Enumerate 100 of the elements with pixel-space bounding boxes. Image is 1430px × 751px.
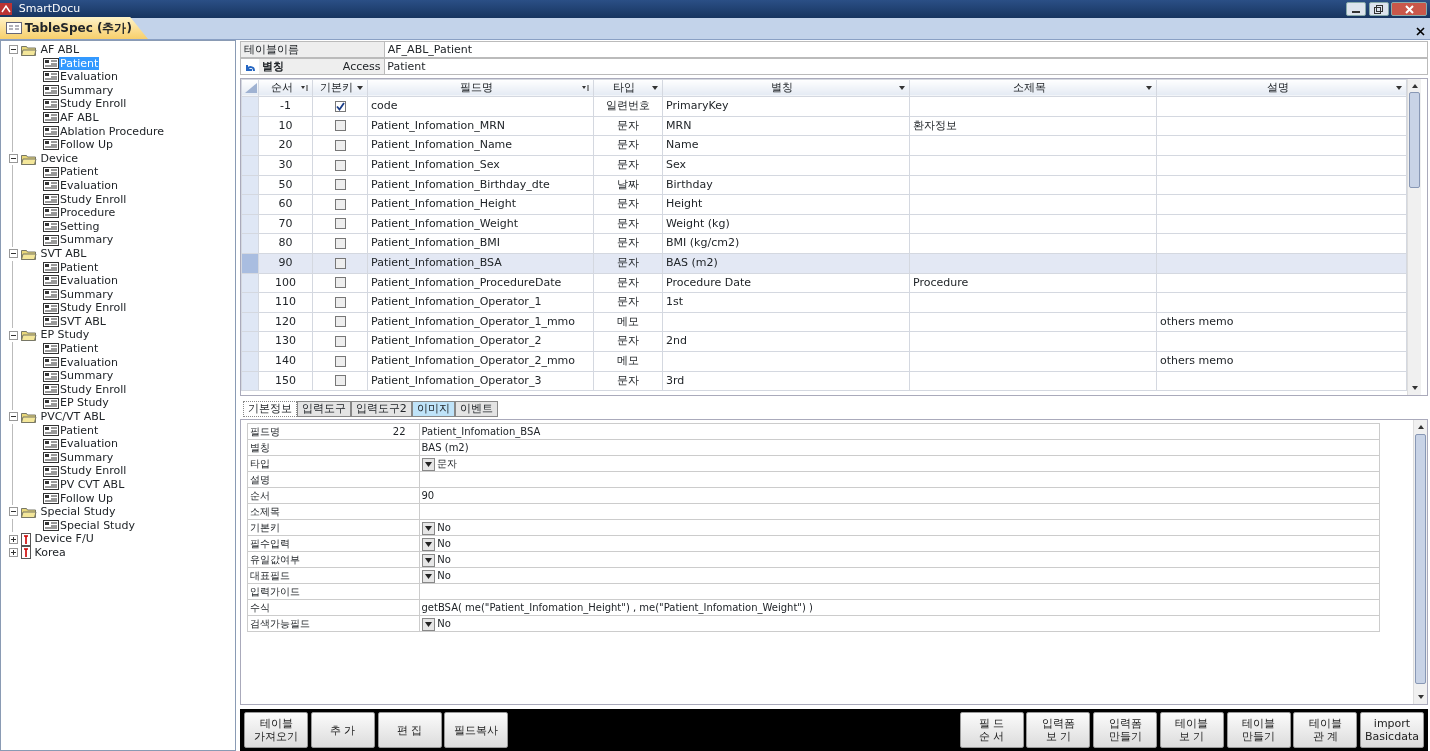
- toolbar-button[interactable]: 테이블 보 기: [1159, 712, 1224, 748]
- scroll-up-icon[interactable]: [1416, 423, 1425, 431]
- minimize-button[interactable]: [1345, 2, 1366, 16]
- dropdown-button[interactable]: [421, 569, 435, 583]
- tree-item[interactable]: Summary: [59, 233, 115, 247]
- document-tab[interactable]: TableSpec (추가): [0, 17, 148, 39]
- tree-item[interactable]: Evaluation: [59, 437, 120, 451]
- tree-item[interactable]: Special Study: [59, 518, 136, 533]
- checkbox[interactable]: [334, 140, 346, 151]
- tree-item[interactable]: PVC/VT ABL: [39, 410, 106, 424]
- toolbar-button[interactable]: 입력폼 만들기: [1093, 712, 1157, 748]
- dropdown-arrow-icon[interactable]: [356, 85, 364, 91]
- column-header[interactable]: 필드명: [367, 79, 594, 97]
- tree-item[interactable]: Patient: [59, 260, 100, 275]
- tree-item[interactable]: Patient: [59, 342, 100, 356]
- toolbar-button[interactable]: 테이블 만들기: [1226, 712, 1291, 748]
- property-value[interactable]: 90: [419, 487, 1379, 504]
- dropdown-button[interactable]: [421, 617, 435, 631]
- vertical-scrollbar[interactable]: [1413, 420, 1427, 704]
- scroll-thumb[interactable]: [1409, 92, 1420, 189]
- tree-item[interactable]: Korea: [33, 545, 67, 560]
- toolbar-button[interactable]: 테이블 관 계: [1293, 712, 1358, 748]
- sort-icon[interactable]: [582, 85, 590, 91]
- column-header[interactable]: 순서: [258, 79, 313, 97]
- tree-item[interactable]: Device: [39, 151, 80, 166]
- collapse-icon[interactable]: [9, 249, 18, 259]
- tree-item[interactable]: SVT ABL: [39, 246, 88, 261]
- tab[interactable]: 이벤트: [454, 401, 498, 418]
- tree-item[interactable]: Summary: [59, 450, 115, 465]
- tree-item[interactable]: EP Study: [59, 396, 110, 411]
- checkbox[interactable]: [334, 218, 346, 230]
- tree-item[interactable]: Evaluation: [59, 70, 120, 84]
- scroll-down-icon[interactable]: [1410, 384, 1419, 392]
- collapse-icon[interactable]: [9, 154, 18, 164]
- dropdown-arrow-icon[interactable]: [1395, 85, 1403, 91]
- tree-item[interactable]: Study Enroll: [59, 192, 128, 207]
- toolbar-button[interactable]: 필 드 순 서: [959, 712, 1024, 748]
- checkbox[interactable]: [334, 120, 346, 132]
- tree-item[interactable]: AF ABL: [59, 110, 100, 125]
- tree-item[interactable]: Follow Up: [59, 491, 115, 506]
- property-value[interactable]: No: [419, 551, 1379, 568]
- expand-icon[interactable]: [9, 548, 18, 558]
- property-value[interactable]: No: [419, 567, 1379, 584]
- checkbox[interactable]: [334, 277, 346, 289]
- tree-item[interactable]: SVT ABL: [59, 314, 107, 329]
- checkbox[interactable]: [334, 159, 346, 171]
- restore-button[interactable]: [1368, 2, 1389, 16]
- dropdown-button[interactable]: [421, 553, 435, 567]
- tree-item[interactable]: Special Study: [39, 505, 117, 519]
- column-header[interactable]: 타입: [593, 79, 663, 97]
- tree-item[interactable]: Summary: [59, 287, 115, 302]
- tree-item[interactable]: Setting: [59, 219, 101, 234]
- tree-item[interactable]: EP Study: [39, 328, 91, 343]
- toolbar-button[interactable]: 테이블 가져오기: [244, 712, 308, 748]
- property-value[interactable]: getBSA( me("Patient_Infomation_Height") , me("Patient_Infomation_Weight") ): [419, 599, 1379, 616]
- tree-item[interactable]: Study Enroll: [59, 382, 128, 397]
- dropdown-button[interactable]: [421, 537, 435, 551]
- tab[interactable]: 입력도구: [296, 401, 351, 418]
- checkbox[interactable]: [334, 375, 346, 387]
- column-header[interactable]: 소제목: [909, 79, 1157, 97]
- tree-item[interactable]: Procedure: [59, 206, 117, 220]
- expand-icon[interactable]: [9, 534, 18, 544]
- dropdown-button[interactable]: [421, 457, 435, 471]
- scroll-thumb[interactable]: [1415, 433, 1426, 684]
- tree-item[interactable]: Evaluation: [59, 355, 120, 370]
- tree-item[interactable]: Patient: [59, 423, 100, 438]
- tree-item[interactable]: PV CVT ABL: [59, 478, 126, 492]
- close-icon[interactable]: [1415, 27, 1425, 37]
- tree-item[interactable]: Follow Up: [59, 138, 115, 152]
- checkbox[interactable]: [334, 237, 346, 249]
- tree-item[interactable]: Ablation Procedure: [59, 124, 166, 139]
- collapse-icon[interactable]: [9, 507, 18, 517]
- checkbox[interactable]: [334, 257, 346, 269]
- property-value[interactable]: Patient_Infomation_BSA: [419, 423, 1379, 440]
- tree-item[interactable]: Device F/U: [33, 532, 95, 546]
- checkbox[interactable]: [334, 100, 346, 112]
- toolbar-button[interactable]: 입력폼 보 기: [1026, 712, 1091, 748]
- checkbox[interactable]: [334, 198, 346, 210]
- vertical-scrollbar[interactable]: [1407, 78, 1421, 395]
- property-value[interactable]: No: [419, 519, 1379, 536]
- toolbar-button[interactable]: 추 가: [310, 712, 375, 748]
- property-value[interactable]: No: [419, 615, 1379, 632]
- toolbar-button[interactable]: 편 집: [377, 712, 442, 748]
- checkbox[interactable]: [334, 355, 346, 367]
- tree-item[interactable]: AF ABL: [39, 43, 81, 57]
- column-header[interactable]: 설명: [1156, 79, 1407, 97]
- checkbox[interactable]: [334, 316, 346, 328]
- checkbox[interactable]: [334, 296, 346, 308]
- checkbox[interactable]: [334, 179, 346, 191]
- dropdown-arrow-icon[interactable]: [1145, 85, 1153, 91]
- collapse-icon[interactable]: [9, 45, 18, 55]
- checkbox[interactable]: [334, 335, 346, 347]
- tab[interactable]: 이미지: [411, 401, 455, 418]
- tree-item[interactable]: Study Enroll: [59, 97, 128, 111]
- dropdown-button[interactable]: [421, 521, 435, 535]
- toolbar-button[interactable]: import Basicdata: [1360, 712, 1424, 748]
- column-header[interactable]: 별칭: [662, 79, 910, 97]
- close-button[interactable]: [1391, 2, 1428, 16]
- tree-item[interactable]: Summary: [59, 369, 115, 383]
- tree-item[interactable]: Study Enroll: [59, 464, 128, 478]
